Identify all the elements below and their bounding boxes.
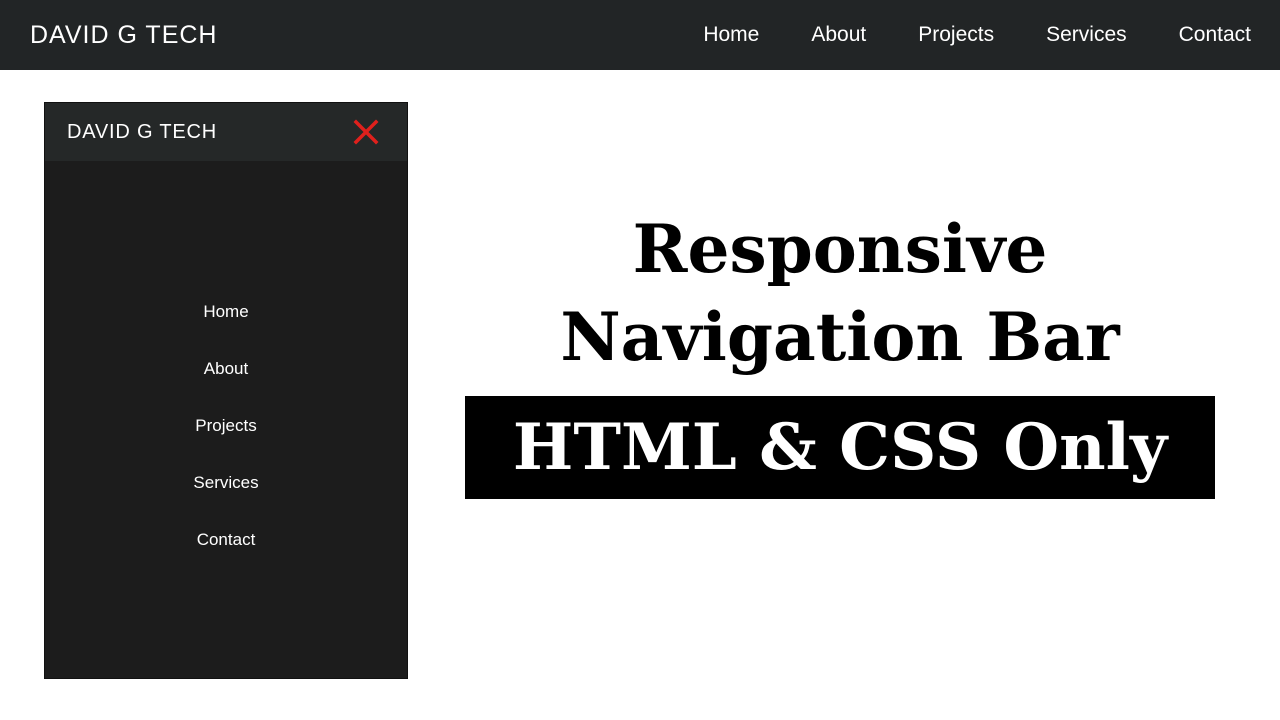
mobile-link-home[interactable]: Home bbox=[45, 301, 407, 358]
navbar-links: Home About Projects Services Contact bbox=[703, 23, 1251, 47]
subtitle-banner: HTML & CSS Only bbox=[465, 396, 1215, 499]
nav-link-home[interactable]: Home bbox=[703, 23, 759, 47]
nav-link-services[interactable]: Services bbox=[1046, 23, 1127, 47]
mobile-link-contact[interactable]: Contact bbox=[45, 529, 407, 586]
mobile-link-about[interactable]: About bbox=[45, 358, 407, 415]
title-line-2: Navigation Bar bbox=[560, 298, 1120, 376]
navbar-brand[interactable]: DAVID G TECH bbox=[30, 21, 218, 50]
nav-link-projects[interactable]: Projects bbox=[918, 23, 994, 47]
mobile-menu: Home About Projects Services Contact bbox=[45, 301, 407, 586]
nav-link-about[interactable]: About bbox=[811, 23, 866, 47]
top-navbar: DAVID G TECH Home About Projects Service… bbox=[0, 0, 1280, 70]
mobile-brand[interactable]: DAVID G TECH bbox=[67, 121, 217, 144]
title-block: Responsive Navigation Bar bbox=[465, 205, 1215, 381]
mobile-nav-header: DAVID G TECH bbox=[45, 103, 407, 161]
mobile-link-projects[interactable]: Projects bbox=[45, 415, 407, 472]
mobile-link-services[interactable]: Services bbox=[45, 472, 407, 529]
subtitle-text: HTML & CSS Only bbox=[512, 410, 1168, 485]
nav-link-contact[interactable]: Contact bbox=[1179, 23, 1251, 47]
title-line-1: Responsive bbox=[632, 210, 1048, 288]
mobile-nav-preview: DAVID G TECH Home About Projects Service… bbox=[44, 102, 408, 679]
close-icon[interactable] bbox=[353, 119, 379, 145]
